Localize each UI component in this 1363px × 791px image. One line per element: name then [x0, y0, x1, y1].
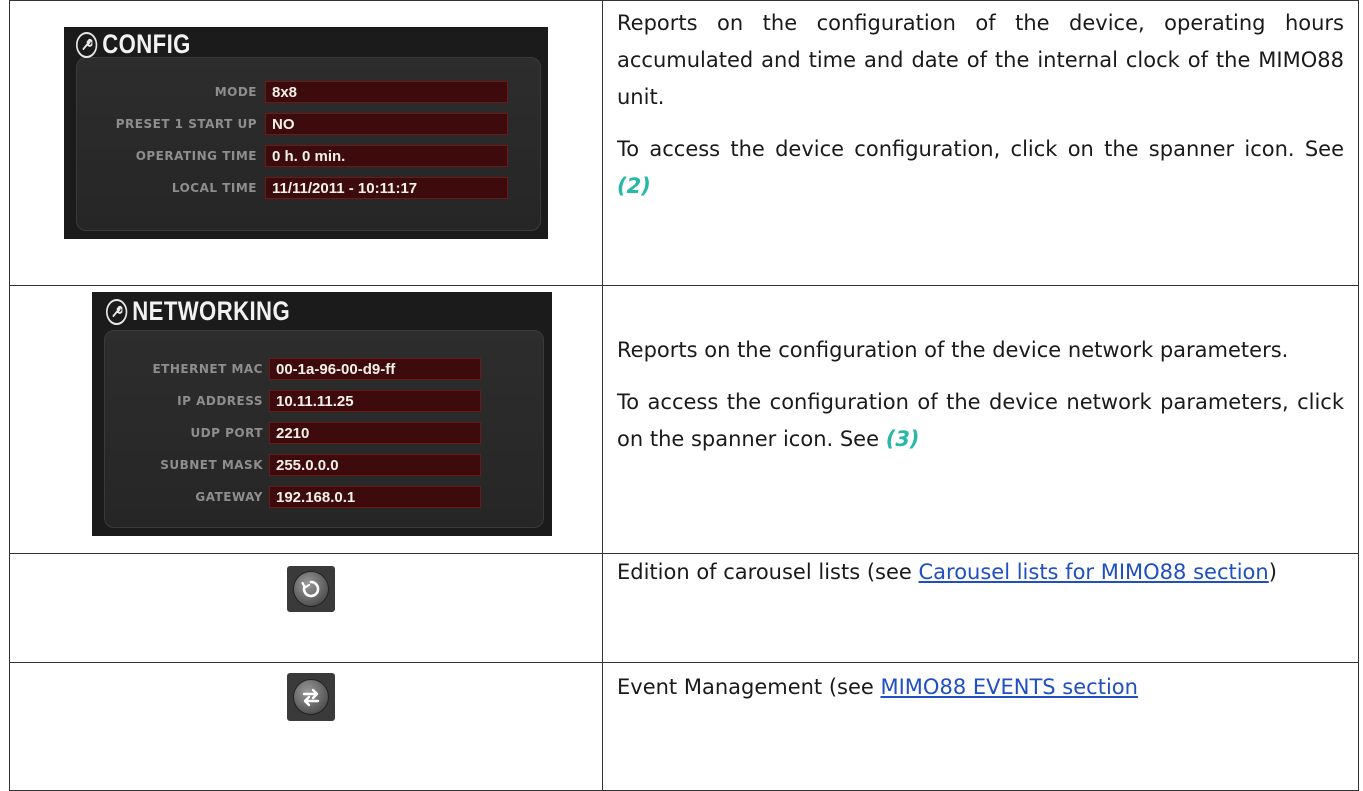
ip-address-label: IP ADDRESS — [177, 394, 263, 408]
preset-startup-label: PRESET 1 START UP — [115, 117, 257, 131]
events-description-cell: Event Management (see MIMO88 EVENTS sect… — [602, 662, 1359, 791]
networking-description-cell: Reports on the configuration of the devi… — [602, 285, 1359, 554]
feature-table: CONFIG MODE 8x8 PRESET 1 START UP NO OPE… — [9, 0, 1359, 791]
network-field-udp: UDP PORT 2210 — [92, 422, 481, 444]
networking-access-text: To access the configuration of the devic… — [617, 390, 1344, 451]
events-text-pre: Event Management (see — [617, 675, 881, 699]
networking-access-note: To access the configuration of the devic… — [617, 384, 1344, 458]
config-field-preset: PRESET 1 START UP NO — [64, 113, 508, 135]
networking-reference: (3) — [885, 427, 920, 451]
config-image-cell: CONFIG MODE 8x8 PRESET 1 START UP NO OPE… — [9, 0, 603, 286]
networking-description: Reports on the configuration of the devi… — [617, 338, 1289, 362]
mode-value: 8x8 — [265, 81, 508, 103]
config-field-local-time: LOCAL TIME 11/11/2011 - 10:11:17 — [64, 177, 508, 199]
carousel-description-cell: Edition of carousel lists (see Carousel … — [602, 553, 1359, 663]
carousel-row: Edition of carousel lists (see Carousel … — [9, 553, 1359, 663]
carousel-text-post: ) — [1268, 560, 1277, 584]
networking-panel-title: NETWORKING — [106, 296, 290, 327]
networking-panel: NETWORKING ETHERNET MAC 00-1a-96-00-d9-f… — [92, 292, 552, 536]
config-field-mode: MODE 8x8 — [64, 81, 508, 103]
config-field-operating-time: OPERATING TIME 0 h. 0 min. — [64, 145, 508, 167]
config-reference: (2) — [617, 174, 651, 198]
carousel-lists-link[interactable]: Carousel lists for MIMO88 section — [918, 560, 1268, 584]
config-panel: CONFIG MODE 8x8 PRESET 1 START UP NO OPE… — [64, 27, 548, 239]
networking-title-text: NETWORKING — [132, 296, 291, 326]
udp-port-value: 2210 — [269, 422, 481, 444]
subnet-mask-label: SUBNET MASK — [160, 458, 263, 472]
networking-image-cell: NETWORKING ETHERNET MAC 00-1a-96-00-d9-f… — [9, 285, 603, 554]
local-time-value: 11/11/2011 - 10:11:17 — [265, 177, 508, 199]
ethernet-mac-value: 00-1a-96-00-d9-ff — [269, 358, 481, 380]
spanner-icon[interactable] — [76, 31, 98, 58]
config-access-note: To access the device configuration, clic… — [617, 131, 1344, 205]
events-section-link[interactable]: MIMO88 EVENTS section — [881, 675, 1138, 699]
events-row: Event Management (see MIMO88 EVENTS sect… — [9, 662, 1359, 791]
ip-address-value: 10.11.11.25 — [269, 390, 481, 412]
events-icon-cell — [9, 662, 603, 791]
config-description-cell: Reports on the configuration of the devi… — [602, 0, 1359, 286]
operating-time-label: OPERATING TIME — [135, 149, 257, 163]
operating-time-value: 0 h. 0 min. — [265, 145, 508, 167]
gateway-label: GATEWAY — [195, 490, 263, 504]
local-time-label: LOCAL TIME — [171, 181, 257, 195]
config-row: CONFIG MODE 8x8 PRESET 1 START UP NO OPE… — [9, 0, 1359, 286]
udp-port-label: UDP PORT — [190, 426, 263, 440]
carousel-text-pre: Edition of carousel lists (see — [617, 560, 919, 584]
network-field-gateway: GATEWAY 192.168.0.1 — [92, 486, 481, 508]
networking-row: NETWORKING ETHERNET MAC 00-1a-96-00-d9-f… — [9, 285, 1359, 554]
preset-startup-value: NO — [265, 113, 508, 135]
spanner-icon[interactable] — [106, 298, 128, 325]
carousel-icon-cell — [9, 553, 603, 663]
config-description: Reports on the configuration of the devi… — [617, 11, 1344, 109]
config-access-text: To access the device configuration, clic… — [617, 137, 1344, 161]
refresh-icon[interactable] — [293, 571, 329, 607]
swap-arrows-icon[interactable] — [293, 679, 329, 715]
config-panel-title: CONFIG — [76, 29, 191, 60]
events-icon-box — [287, 673, 335, 721]
subnet-mask-value: 255.0.0.0 — [269, 454, 481, 476]
network-field-subnet: SUBNET MASK 255.0.0.0 — [92, 454, 481, 476]
network-field-mac: ETHERNET MAC 00-1a-96-00-d9-ff — [92, 358, 481, 380]
network-field-ip: IP ADDRESS 10.11.11.25 — [92, 390, 481, 412]
ethernet-mac-label: ETHERNET MAC — [152, 362, 263, 376]
config-title-text: CONFIG — [102, 29, 191, 59]
gateway-value: 192.168.0.1 — [269, 486, 481, 508]
carousel-icon-box — [287, 566, 335, 612]
mode-label: MODE — [214, 85, 257, 99]
